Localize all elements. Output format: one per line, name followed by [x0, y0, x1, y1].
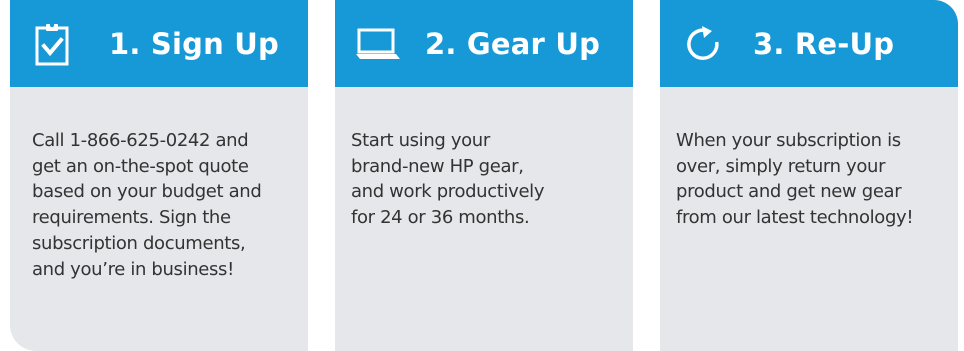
description-line: Start using your: [351, 130, 490, 151]
description-line: and you’re in business!: [32, 258, 234, 280]
description-line: get an on-the-spot quote: [32, 155, 249, 177]
description-line: product and get new gear: [676, 181, 902, 203]
step-header-sign-up: 1. Sign Up: [10, 0, 308, 87]
step-card-re-up: 3. Re-Up When your subscription is over,…: [660, 0, 958, 351]
description-line: Call 1-866-625-0242 and: [32, 130, 249, 151]
description-line: When your subscription is: [676, 130, 901, 151]
step-description: Start using your brand-new HP gear, and …: [335, 87, 633, 231]
step-title: 1. Sign Up: [109, 26, 279, 61]
step-title: 3. Re-Up: [753, 26, 895, 61]
description-line: over, simply return your: [676, 155, 886, 177]
description-line: for 24 or 36 months.: [351, 207, 530, 229]
description-line: subscription documents,: [32, 232, 246, 254]
steps-container: 1. Sign Up Call 1-866-625-0242 and get a…: [0, 0, 964, 351]
step-card-sign-up: 1. Sign Up Call 1-866-625-0242 and get a…: [10, 0, 308, 351]
description-line: and work productively: [351, 181, 545, 203]
refresh-icon: [685, 25, 721, 63]
description-line: from our latest technology!: [676, 207, 914, 229]
clipboard-check-icon: [35, 22, 69, 66]
description-line: brand-new HP gear,: [351, 155, 524, 177]
step-header-re-up: 3. Re-Up: [660, 0, 958, 87]
step-card-gear-up: 2. Gear Up Start using your brand-new HP…: [335, 0, 633, 351]
step-title: 2. Gear Up: [425, 26, 601, 61]
step-header-gear-up: 2. Gear Up: [335, 0, 633, 87]
step-description: Call 1-866-625-0242 and get an on-the-sp…: [10, 87, 308, 282]
description-line: based on your budget and: [32, 181, 262, 203]
laptop-icon: [354, 28, 400, 60]
description-line: requirements. Sign the: [32, 207, 231, 229]
step-description: When your subscription is over, simply r…: [660, 87, 958, 231]
